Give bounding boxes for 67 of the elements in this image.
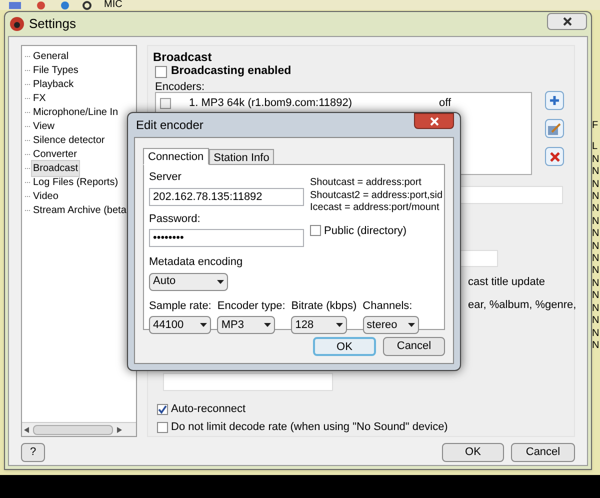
field-label: Channels: bbox=[362, 298, 414, 314]
help-button[interactable]: ? bbox=[21, 443, 45, 462]
tree-item[interactable]: Playback bbox=[31, 76, 76, 92]
list-item: N bbox=[592, 203, 600, 216]
list-item: N bbox=[592, 228, 600, 241]
tree-item[interactable]: Microphone/Line In bbox=[31, 104, 120, 120]
tree-item[interactable]: View bbox=[31, 118, 56, 134]
checkbox-label: Public (directory) bbox=[324, 224, 407, 238]
list-item: N bbox=[592, 278, 600, 290]
option-label: cast title update bbox=[468, 275, 546, 290]
list-header: F bbox=[592, 120, 600, 132]
list-label: Encoders: bbox=[155, 80, 205, 95]
section-title: Broadcast bbox=[153, 49, 212, 66]
tree-item[interactable]: File Types bbox=[31, 62, 80, 78]
field-label: Bitrate (kbps) bbox=[291, 298, 357, 314]
ok-button[interactable]: OK bbox=[313, 337, 376, 356]
cancel-button[interactable]: Cancel bbox=[383, 337, 445, 356]
field-label: Metadata encoding bbox=[149, 255, 244, 270]
tree-item[interactable]: Silence detector bbox=[31, 132, 107, 148]
checkbox-label: Do not limit decode rate (when using "No Sound" device) bbox=[171, 420, 448, 435]
encoder-status: off bbox=[439, 96, 452, 112]
tree-item[interactable]: General bbox=[31, 48, 71, 64]
tags-text: ear, %album, %genre, bbox=[468, 298, 576, 313]
tree-item[interactable]: Video bbox=[31, 188, 60, 204]
encoder-name: 1. MP3 64k (r1.bom9.com:11892) bbox=[189, 96, 354, 112]
tab[interactable]: Connection bbox=[143, 148, 209, 165]
checkbox-label: Broadcasting enabled bbox=[171, 64, 292, 79]
password-field[interactable]: •••••••• bbox=[149, 229, 304, 247]
list-item: N bbox=[592, 302, 600, 316]
list-item: N bbox=[592, 240, 600, 254]
list-item: N bbox=[592, 340, 600, 352]
dropdown[interactable]: stereo bbox=[362, 316, 419, 334]
dialog-title: Edit encoder bbox=[136, 117, 204, 134]
cancel-button[interactable]: Cancel bbox=[511, 443, 575, 462]
list-item: N bbox=[592, 191, 600, 204]
tree-item[interactable]: Stream Archive (beta bbox=[31, 202, 128, 218]
field-label: Encoder type: bbox=[217, 298, 286, 314]
list-item: N bbox=[592, 178, 600, 192]
tree-item[interactable]: Converter bbox=[31, 146, 79, 162]
list-item: N bbox=[592, 315, 600, 328]
tab[interactable]: Station Info bbox=[208, 149, 274, 164]
list-item: N bbox=[592, 253, 600, 266]
list-item: N bbox=[592, 216, 600, 228]
toolbar-label[interactable]: MIC bbox=[104, 0, 122, 10]
list-item: N bbox=[592, 154, 600, 166]
dropdown[interactable]: MP3 bbox=[217, 316, 276, 334]
list-item: N bbox=[592, 265, 600, 278]
list-item: N bbox=[592, 166, 600, 179]
field-label: Password: bbox=[149, 212, 202, 226]
tree-item[interactable]: FX bbox=[31, 90, 48, 106]
ok-button[interactable]: OK bbox=[442, 443, 504, 462]
hint-text: Icecast = address:port/mount bbox=[310, 202, 440, 214]
checkbox-label: Auto-reconnect bbox=[171, 402, 246, 417]
hint-text: Shoutcast = address:port bbox=[310, 177, 422, 190]
hint-text: Shoutcast2 = address:port,sid bbox=[310, 190, 443, 202]
list-item: N bbox=[592, 290, 600, 303]
list-item: L bbox=[592, 141, 599, 154]
server-field[interactable]: 202.162.78.135:11892 bbox=[149, 188, 304, 206]
list-item: N bbox=[592, 328, 600, 340]
tree-item[interactable]: Log Files (Reports) bbox=[31, 174, 120, 190]
dropdown[interactable]: 44100 bbox=[149, 316, 211, 334]
dropdown[interactable]: 128 bbox=[291, 316, 348, 334]
field-label: Server bbox=[149, 170, 182, 185]
field-label: Sample rate: bbox=[149, 298, 212, 314]
tree-item[interactable]: Broadcast bbox=[31, 160, 80, 176]
window-title: Settings bbox=[29, 15, 76, 34]
dropdown[interactable]: Auto bbox=[149, 272, 228, 290]
